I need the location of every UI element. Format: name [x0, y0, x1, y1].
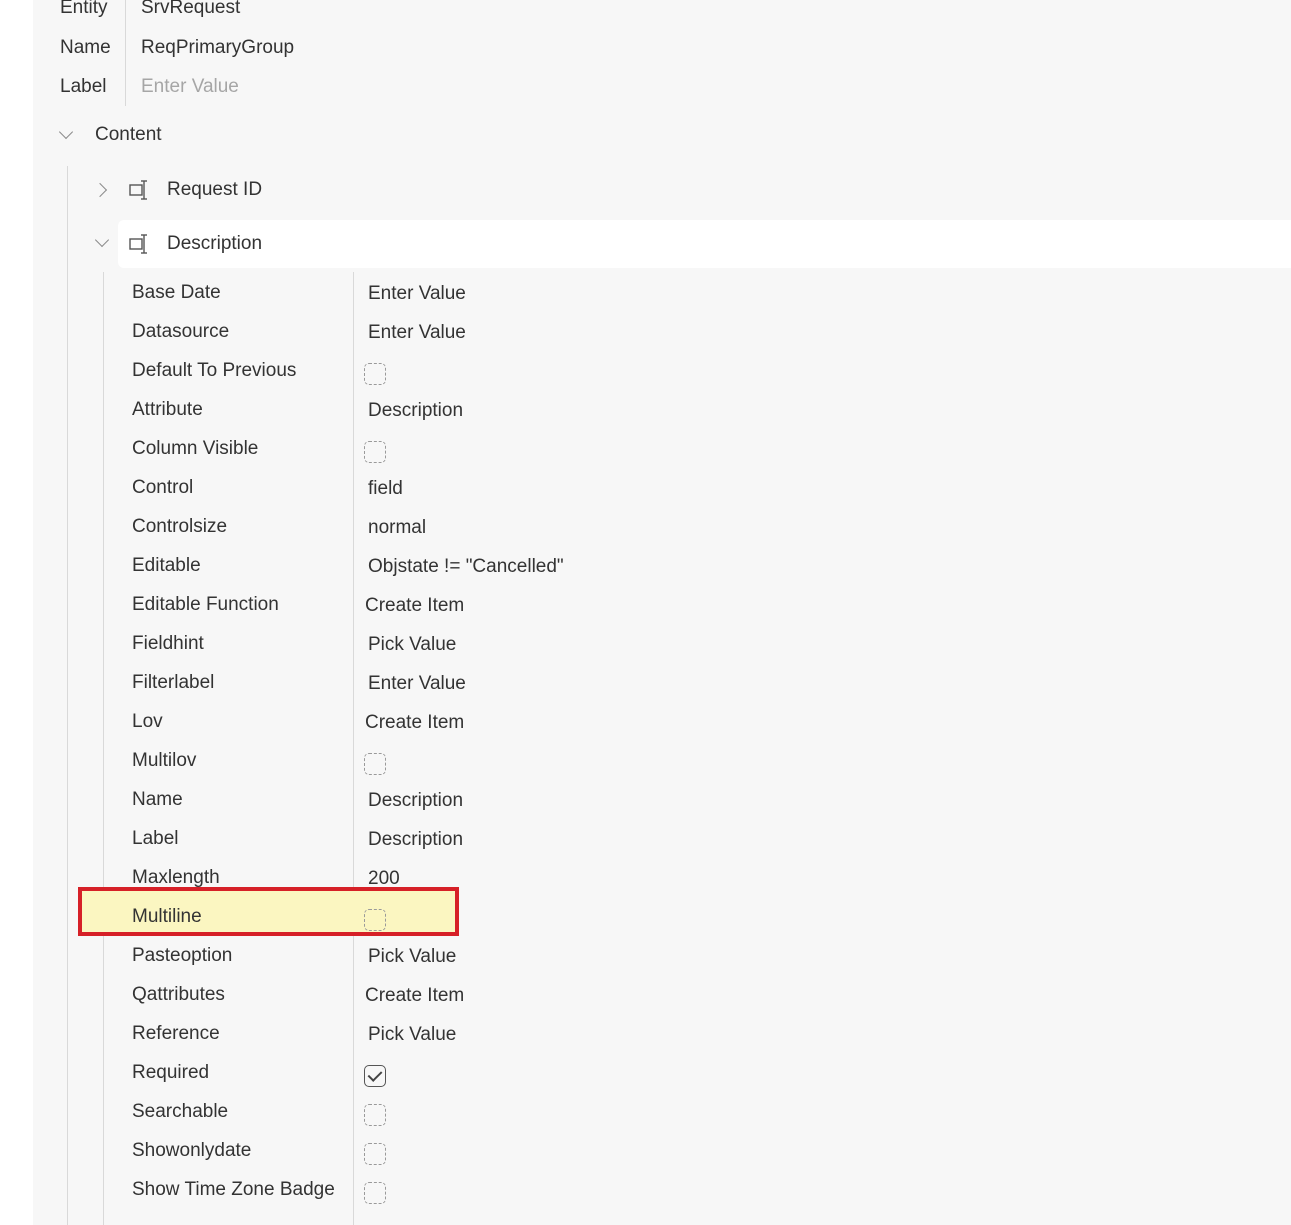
description-tree-line — [103, 272, 104, 1225]
prop-checkbox-multilov[interactable] — [364, 753, 386, 775]
prop-label-base-date: Base Date — [132, 282, 221, 303]
prop-value-controlsize[interactable]: normal — [368, 517, 426, 539]
prop-label-qattributes: Qattributes — [132, 984, 225, 1005]
prop-label-editable-function: Editable Function — [132, 594, 279, 615]
prop-value-pasteoption[interactable]: Pick Value — [368, 946, 456, 968]
prop-value-qattributes[interactable]: Create Item — [365, 985, 464, 1007]
prop-value-lov[interactable]: Create Item — [365, 712, 464, 734]
field-icon — [129, 180, 147, 200]
prop-value-control[interactable]: field — [368, 478, 403, 500]
prop-checkbox-column-visible[interactable] — [364, 441, 386, 463]
entity-value[interactable]: SrvRequest — [141, 0, 240, 19]
prop-label-fieldhint: Fieldhint — [132, 633, 204, 654]
prop-value-attribute[interactable]: Description — [368, 400, 463, 422]
label-input[interactable]: Enter Value — [141, 76, 239, 98]
field-icon — [129, 234, 147, 254]
prop-label-control: Control — [132, 477, 194, 498]
prop-label-required: Required — [132, 1062, 210, 1083]
prop-checkbox-required[interactable] — [364, 1065, 386, 1087]
prop-label-label: Label — [132, 828, 179, 849]
entity-label: Entity — [60, 0, 108, 18]
prop-label-name: Name — [132, 789, 183, 810]
prop-label-showonlydate: Showonlydate — [132, 1140, 252, 1161]
prop-label-reference: Reference — [132, 1023, 220, 1044]
prop-label-filterlabel: Filterlabel — [132, 672, 215, 693]
prop-value-name[interactable]: Description — [368, 790, 463, 812]
name-label: Name — [60, 37, 111, 58]
prop-label-controlsize: Controlsize — [132, 516, 228, 537]
prop-label-show-time-zone-badge: Show Time Zone Badge — [132, 1179, 335, 1200]
prop-label-pasteoption: Pasteoption — [132, 945, 233, 966]
multiline-annotation-box — [78, 887, 459, 936]
property-column-divider — [353, 272, 354, 1225]
name-value[interactable]: ReqPrimaryGroup — [141, 37, 294, 59]
prop-checkbox-searchable[interactable] — [364, 1104, 386, 1126]
content-tree-line — [67, 166, 68, 1225]
prop-checkbox-show-time-zone-badge[interactable] — [364, 1182, 386, 1204]
tree-node-description[interactable]: Description — [167, 233, 262, 255]
prop-label-attribute: Attribute — [132, 399, 203, 420]
prop-checkbox-showonlydate[interactable] — [364, 1143, 386, 1165]
prop-label-column-visible: Column Visible — [132, 438, 259, 459]
prop-value-reference[interactable]: Pick Value — [368, 1024, 456, 1046]
prop-value-datasource[interactable]: Enter Value — [368, 322, 466, 344]
prop-value-label[interactable]: Description — [368, 829, 463, 851]
prop-value-editable[interactable]: Objstate != "Cancelled" — [368, 556, 564, 578]
prop-checkbox-default-to-previous[interactable] — [364, 363, 386, 385]
prop-label-datasource: Datasource — [132, 321, 230, 342]
prop-value-editable-function[interactable]: Create Item — [365, 595, 464, 617]
prop-value-filterlabel[interactable]: Enter Value — [368, 673, 466, 695]
prop-label-lov: Lov — [132, 711, 163, 732]
prop-label-editable: Editable — [132, 555, 201, 576]
prop-value-fieldhint[interactable]: Pick Value — [368, 634, 456, 656]
tree-node-description-row[interactable] — [118, 220, 1291, 268]
label-label: Label — [60, 76, 107, 97]
content-section-title[interactable]: Content — [95, 124, 162, 146]
header-divider — [125, 0, 126, 106]
prop-label-maxlength: Maxlength — [132, 867, 220, 888]
prop-label-multilov: Multilov — [132, 750, 197, 771]
prop-label-searchable: Searchable — [132, 1101, 229, 1122]
prop-value-base-date[interactable]: Enter Value — [368, 283, 466, 305]
prop-label-default-to-previous: Default To Previous — [132, 360, 297, 381]
tree-node-request-id[interactable]: Request ID — [167, 179, 262, 201]
